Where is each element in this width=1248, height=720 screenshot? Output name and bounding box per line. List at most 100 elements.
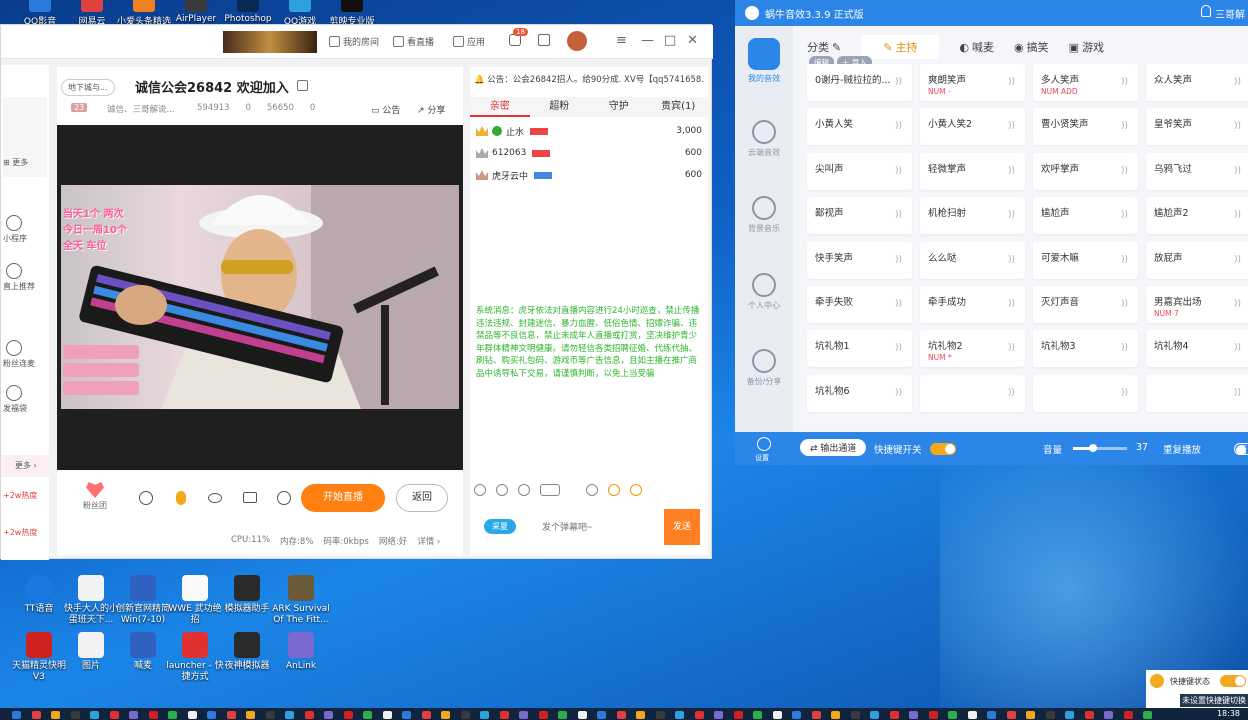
nav-fan-mic[interactable]: 粉丝连麦 bbox=[1, 340, 49, 369]
taskbar-app-icon[interactable] bbox=[324, 711, 333, 719]
notify-toggle[interactable] bbox=[1220, 675, 1246, 687]
side-bgm[interactable]: 背景音乐 bbox=[735, 196, 793, 234]
taskbar-app-icon[interactable] bbox=[753, 711, 762, 719]
tab-vip[interactable]: 贵宾(1) bbox=[649, 97, 709, 117]
nav-miniapp[interactable]: 小程序 bbox=[1, 215, 49, 244]
sound-cell[interactable]: 坑礼物2 NUM *)) bbox=[920, 330, 1025, 368]
taskbar-app-icon[interactable] bbox=[694, 711, 704, 719]
mic-icon[interactable] bbox=[176, 491, 186, 505]
start-live-button[interactable]: 开始直播 bbox=[301, 484, 385, 512]
hotkey-toggle[interactable] bbox=[930, 443, 956, 455]
nav-lucky-bag[interactable]: 发福袋 bbox=[1, 385, 49, 414]
edit-icon[interactable] bbox=[297, 80, 308, 91]
banner-ad[interactable] bbox=[223, 31, 317, 53]
notice-button[interactable]: ▭ 公告 bbox=[371, 103, 400, 116]
side-backup[interactable]: 备份/分享 bbox=[735, 349, 793, 387]
hotkey-notification[interactable]: 快捷键状态 未设置快捷键切换 bbox=[1146, 670, 1248, 708]
sound-cell[interactable]: 尖叫声)) bbox=[807, 152, 912, 190]
emoji-icon[interactable] bbox=[474, 484, 486, 496]
taskbar-app-icon[interactable] bbox=[519, 711, 528, 719]
taskbar-app-icon[interactable] bbox=[850, 711, 860, 719]
taskbar-app-icon[interactable] bbox=[187, 711, 197, 719]
cat-funny[interactable]: ◉ 搞笑 bbox=[1014, 39, 1049, 55]
desktop-icon[interactable]: Photoshop bbox=[218, 0, 278, 24]
sound-cell[interactable]: 坑礼物1)) bbox=[807, 330, 912, 368]
danmaku-input[interactable] bbox=[542, 513, 660, 541]
taskbar-app-icon[interactable] bbox=[889, 711, 899, 719]
sound-cell[interactable]: 牵手成功)) bbox=[920, 286, 1025, 323]
gift-icon[interactable] bbox=[586, 484, 598, 496]
desktop-icon[interactable]: QQ影音 bbox=[10, 0, 70, 27]
tab-superfan[interactable]: 超粉 bbox=[530, 97, 590, 117]
camera-icon[interactable] bbox=[243, 492, 257, 503]
beauty-icon[interactable] bbox=[139, 491, 153, 505]
taskbar-app-icon[interactable] bbox=[636, 711, 645, 719]
taskbar-app-icon[interactable] bbox=[246, 711, 255, 719]
taskbar-app-icon[interactable] bbox=[207, 711, 216, 719]
sound-cell[interactable]: 机枪扫射)) bbox=[920, 197, 1025, 235]
eye-icon[interactable] bbox=[208, 493, 222, 503]
sound-cell[interactable]: )) bbox=[920, 374, 1025, 412]
template-icon[interactable] bbox=[496, 484, 508, 496]
taskbar-app-icon[interactable] bbox=[792, 711, 801, 719]
taskbar-app-icon[interactable] bbox=[90, 711, 99, 719]
desktop-icon[interactable]: 夜神模拟器 bbox=[216, 632, 278, 672]
send-button[interactable]: 发送 bbox=[664, 509, 700, 545]
desktop-icon[interactable]: ARK Survival Of The Fitt... bbox=[270, 575, 332, 626]
taskbar-app-icon[interactable] bbox=[1026, 711, 1035, 719]
taskbar-app-icon[interactable] bbox=[772, 711, 782, 719]
taskbar-app-icon[interactable] bbox=[1143, 711, 1152, 719]
sound-cell[interactable]: 鄙视声)) bbox=[807, 197, 912, 235]
taskbar-app-icon[interactable] bbox=[616, 711, 626, 719]
side-my-sounds[interactable]: 我的音效 bbox=[735, 38, 793, 84]
side-profile[interactable]: 个人中心 bbox=[735, 273, 793, 311]
taskbar-app-icon[interactable] bbox=[265, 711, 275, 719]
taskbar-app-icon[interactable] bbox=[909, 711, 918, 719]
sound-cell[interactable]: 牵手失败)) bbox=[807, 286, 912, 323]
sound-cell[interactable]: 尴尬声2)) bbox=[1146, 197, 1248, 235]
taskbar-app-icon[interactable] bbox=[714, 711, 723, 719]
desktop-icon[interactable]: QQ游戏 bbox=[270, 0, 330, 27]
taskbar-app-icon[interactable] bbox=[70, 711, 80, 719]
taskbar-app-icon[interactable] bbox=[285, 711, 294, 719]
desktop-icon[interactable]: 网易云 bbox=[62, 0, 122, 27]
sound-cell[interactable]: 坑礼物4)) bbox=[1146, 330, 1248, 368]
bonus-icon[interactable] bbox=[608, 484, 620, 496]
taskbar-app-icon[interactable] bbox=[31, 711, 41, 719]
sound-cell[interactable]: 可爱木嘛)) bbox=[1033, 241, 1138, 279]
taskbar-app-icon[interactable] bbox=[538, 711, 548, 719]
sound-cell[interactable]: )) bbox=[1033, 374, 1138, 412]
nav-recommend[interactable]: 直上推荐 bbox=[1, 263, 49, 292]
nav-more[interactable]: ⊞ 更多 bbox=[1, 157, 49, 168]
rank-row[interactable]: 止水 3,000 bbox=[476, 122, 702, 140]
taskbar-app-icon[interactable] bbox=[577, 711, 587, 719]
taskbar-app-icon[interactable] bbox=[304, 711, 314, 719]
desktop-icon[interactable]: AnLink bbox=[270, 632, 332, 672]
taskbar-app-icon[interactable] bbox=[12, 711, 21, 719]
taskbar-app-icon[interactable] bbox=[558, 711, 567, 719]
sound-cell[interactable]: 0谢丹-贼拉拉的...)) bbox=[807, 64, 912, 101]
desktop-icon[interactable]: 剪映专业版 bbox=[322, 0, 382, 27]
tab-apps[interactable]: 应用 bbox=[453, 35, 485, 48]
taskbar-app-icon[interactable] bbox=[987, 711, 996, 719]
taskbar-app-icon[interactable] bbox=[226, 711, 236, 719]
taskbar-app-icon[interactable] bbox=[168, 711, 177, 719]
taskbar-app-icon[interactable] bbox=[148, 711, 158, 719]
close-icon[interactable]: ✕ bbox=[687, 33, 698, 48]
side-cloud[interactable]: 云端音效 bbox=[735, 120, 793, 158]
taskbar-app-icon[interactable] bbox=[928, 711, 938, 719]
sticker-icon[interactable] bbox=[540, 484, 560, 496]
settings-icon[interactable] bbox=[757, 437, 771, 451]
sound-cell[interactable]: 灭灯声音)) bbox=[1033, 286, 1138, 323]
taskbar-app-icon[interactable] bbox=[382, 711, 392, 719]
cat-host[interactable]: ✎ 主持 bbox=[861, 35, 940, 59]
calendar-icon[interactable] bbox=[538, 34, 550, 46]
sound-cell[interactable]: 爽朗笑声 NUM -)) bbox=[920, 64, 1025, 101]
desktop-icon[interactable]: AirPlayer bbox=[166, 0, 226, 24]
sound-cell[interactable]: 男嘉宾出场 NUM 7)) bbox=[1146, 286, 1248, 323]
desktop-icon[interactable]: 小爱头条精选 bbox=[114, 0, 174, 27]
tab-watch[interactable]: 看直播 bbox=[393, 35, 434, 48]
taskbar-app-icon[interactable] bbox=[460, 711, 470, 719]
sound-cell[interactable]: 放屁声)) bbox=[1146, 241, 1248, 279]
desktop-icon[interactable]: 模拟器助手 bbox=[216, 575, 278, 615]
